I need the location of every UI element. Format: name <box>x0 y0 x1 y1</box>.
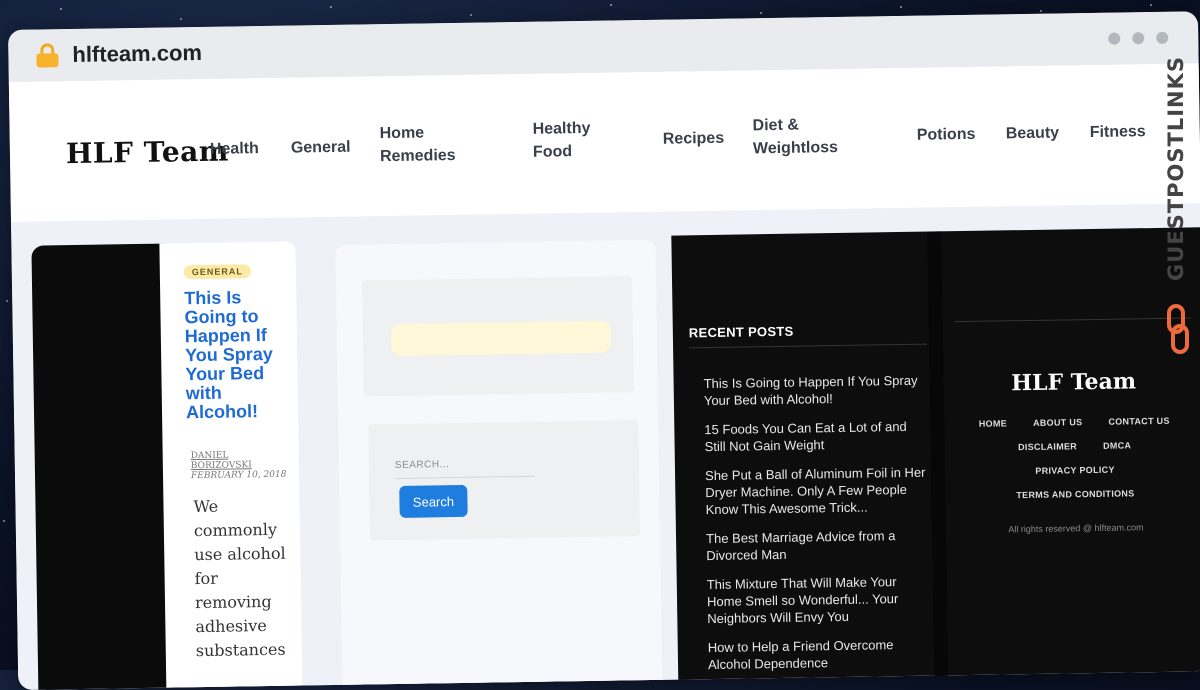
post-image[interactable] <box>31 243 179 690</box>
browser-window: hlfteam.com HLF Team Health General Home… <box>8 11 1200 690</box>
ad-placeholder <box>361 276 634 397</box>
search-widget: Search <box>368 420 641 541</box>
window-dot-3[interactable] <box>1156 31 1169 44</box>
featured-post-card: GENERAL This Is Going to Happen If You S… <box>159 241 303 690</box>
nav-item-healthy-food[interactable]: Healthy Food <box>532 117 613 164</box>
window-dot-2[interactable] <box>1132 32 1145 45</box>
lock-icon <box>36 43 59 68</box>
watermark: GUESTPOSTLINKS <box>1160 56 1196 356</box>
nav-item-recipes[interactable]: Recipes <box>663 127 733 151</box>
footer-rule <box>954 317 1191 323</box>
recent-post-link[interactable]: This Mixture That Will Make Your Home Sm… <box>707 573 932 628</box>
post-author[interactable]: DANIEL BORIZOVSKI <box>191 450 291 472</box>
main-nav: Health General Home Remedies Healthy Foo… <box>209 105 1146 205</box>
category-badge[interactable]: GENERAL <box>183 264 251 280</box>
footer-link-terms[interactable]: TERMS AND CONDITIONS <box>1016 488 1134 500</box>
nav-item-home-remedies[interactable]: Home Remedies <box>379 121 480 169</box>
chain-link-icon <box>1167 304 1189 354</box>
recent-post-link[interactable]: How to Help a Friend Overcome Alcohol De… <box>708 636 933 674</box>
recent-post-link[interactable]: 15 Foods You Can Eat a Lot of and Still … <box>704 418 929 456</box>
post-date: FEBRUARY 10, 2018 <box>190 469 287 482</box>
nav-item-diet-weightloss[interactable]: Diet & Weightloss <box>752 113 863 161</box>
recent-posts-rule <box>689 343 928 349</box>
nav-item-health[interactable]: Health <box>210 137 280 161</box>
page-content: GENERAL This Is Going to Happen If You S… <box>11 203 1200 690</box>
nav-item-general[interactable]: General <box>291 135 361 159</box>
footer-link-privacy[interactable]: PRIVACY POLICY <box>1035 465 1115 476</box>
footer-logo[interactable]: HLF Team <box>955 367 1191 397</box>
nav-item-beauty[interactable]: Beauty <box>1006 121 1076 145</box>
recent-post-link[interactable]: The Best Marriage Advice from a Divorced… <box>706 527 931 565</box>
recent-post-link[interactable]: She Put a Ball of Aluminum Foil in Her D… <box>705 464 930 519</box>
post-title[interactable]: This Is Going to Happen If You Spray You… <box>184 287 286 422</box>
window-controls <box>1108 31 1169 45</box>
dark-sidebar: RECENT POSTS This Is Going to Happen If … <box>671 227 1200 690</box>
ad-banner[interactable] <box>390 320 612 357</box>
recent-posts-heading: RECENT POSTS <box>688 323 794 341</box>
nav-item-fitness[interactable]: Fitness <box>1090 120 1160 144</box>
recent-posts-list: This Is Going to Happen If You Spray You… <box>704 372 933 685</box>
footer-link-home[interactable]: HOME <box>979 418 1007 428</box>
widget-column: Search <box>335 239 663 690</box>
footer-links: HOME ABOUT US CONTACT US DISCLAIMER DMCA… <box>956 415 1193 515</box>
post-excerpt: We commonly use alcohol for removing adh… <box>193 496 286 661</box>
search-input[interactable] <box>394 449 536 479</box>
recent-post-link[interactable]: This Is Going to Happen If You Spray You… <box>704 372 929 410</box>
footer-link-disclaimer[interactable]: DISCLAIMER <box>1018 441 1077 452</box>
url-text[interactable]: hlfteam.com <box>72 40 202 68</box>
footer-link-dmca[interactable]: DMCA <box>1103 440 1131 450</box>
window-dot-1[interactable] <box>1108 32 1121 45</box>
post-meta: DANIEL BORIZOVSKI FEBRUARY 10, 2018 <box>191 450 291 482</box>
watermark-text: GUESTPOSTLINKS <box>1164 56 1188 281</box>
footer-link-about[interactable]: ABOUT US <box>1033 417 1083 428</box>
site-header: HLF Team Health General Home Remedies He… <box>8 63 1200 222</box>
nav-item-potions[interactable]: Potions <box>917 123 987 147</box>
footer-copyright: All rights reserved @ hlfteam.com <box>1008 522 1144 535</box>
search-button[interactable]: Search <box>399 484 468 518</box>
footer-link-contact[interactable]: CONTACT US <box>1108 416 1169 427</box>
site-logo[interactable]: HLF Team <box>66 135 229 171</box>
